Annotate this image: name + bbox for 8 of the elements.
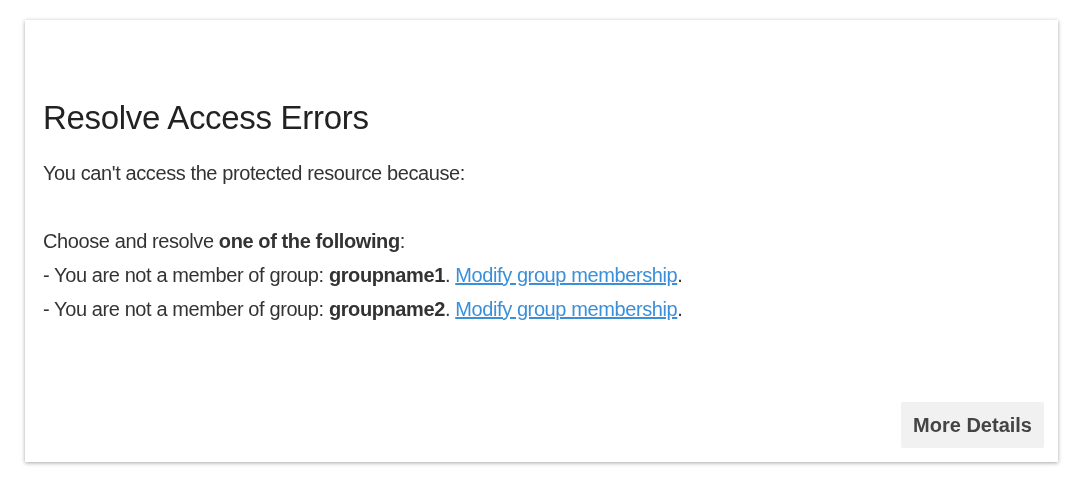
modify-membership-link[interactable]: Modify group membership — [455, 297, 678, 320]
more-details-button[interactable]: More Details — [901, 402, 1044, 448]
message-text: You can't access the protected resource because: — [43, 160, 466, 186]
dialog-title: Resolve Access Errors — [43, 98, 370, 138]
reason-text: - You are not a member of group: groupname1. Modify group membership. — [43, 262, 684, 288]
modify-membership-link[interactable]: Modify group membership — [455, 263, 678, 286]
instruction-text: Choose and resolve one of the following: — [43, 228, 406, 254]
reason-text: - You are not a member of group: groupname2. Modify group membership. — [43, 296, 684, 322]
